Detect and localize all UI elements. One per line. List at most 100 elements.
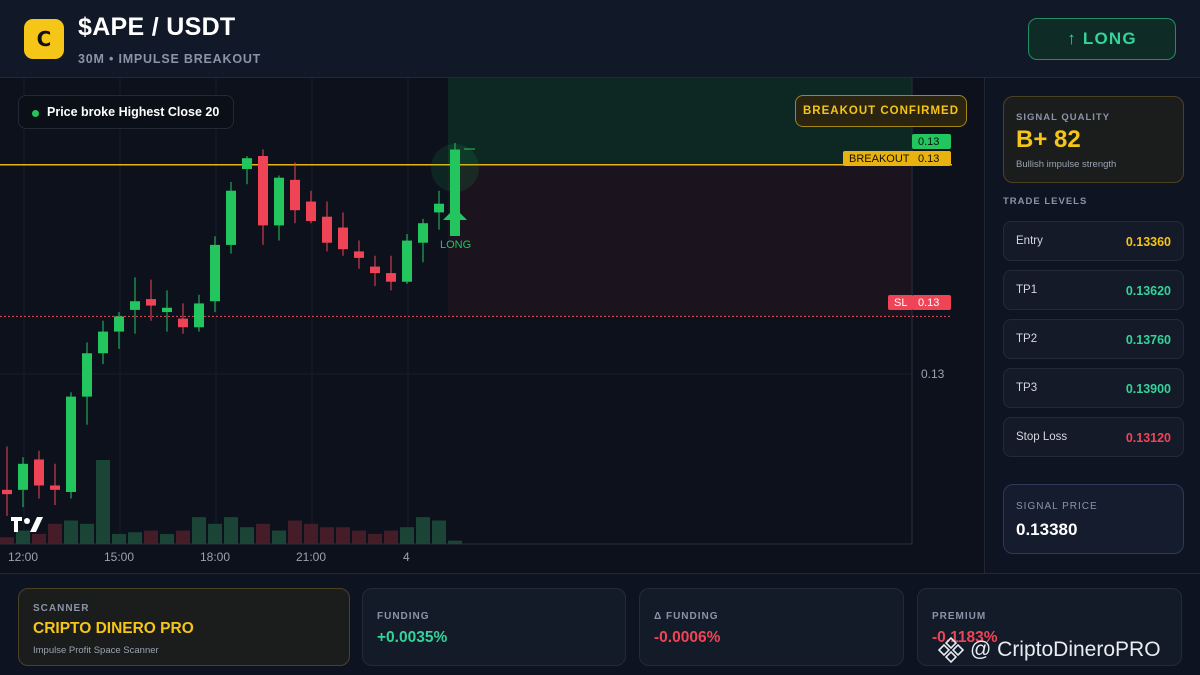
level-name: Entry xyxy=(1016,235,1043,247)
delta-funding-card: Δ FUNDING -0.0006% xyxy=(639,588,904,666)
candle xyxy=(82,353,92,397)
pair-title: $APE / USDT xyxy=(78,13,236,41)
volume-bar xyxy=(128,532,142,544)
candle xyxy=(242,158,252,170)
time-label: 18:00 xyxy=(200,550,231,564)
funding-value: +0.0035% xyxy=(377,629,448,646)
volume-bar xyxy=(288,520,302,544)
volume-bar xyxy=(176,530,190,544)
candle xyxy=(370,266,380,274)
volume-bar xyxy=(48,523,62,544)
premium-caption: PREMIUM xyxy=(932,611,987,622)
signal-panel: SIGNAL QUALITY B+ 82 Bullish impulse str… xyxy=(986,78,1200,573)
chart-canvas[interactable] xyxy=(0,78,985,573)
signal-quality-card: SIGNAL QUALITY B+ 82 Bullish impulse str… xyxy=(1003,96,1184,183)
delta-funding-caption: Δ FUNDING xyxy=(654,611,719,622)
candle xyxy=(402,240,412,282)
candle xyxy=(194,303,204,328)
signal-chip-text: Price broke Highest Close 20 xyxy=(47,105,220,119)
tradingview-logo-icon xyxy=(11,517,43,532)
time-label: 4 xyxy=(403,550,410,564)
level-name: Stop Loss xyxy=(1016,431,1068,443)
candle xyxy=(226,190,236,245)
level-tp3: TP3 0.13900 xyxy=(1003,368,1184,408)
binance-square-icon xyxy=(938,637,964,663)
candle xyxy=(386,273,396,282)
volume-bar xyxy=(80,523,94,544)
last-price-tag: 0.13 xyxy=(912,134,951,149)
volume-bar xyxy=(208,523,222,544)
signal-chip: Price broke Highest Close 20 xyxy=(18,95,235,129)
volume-bar xyxy=(352,530,366,544)
candle xyxy=(354,251,364,258)
breakout-label: BREAKOUT xyxy=(843,151,916,166)
volume-bar xyxy=(272,530,286,544)
candle xyxy=(18,463,28,490)
level-tp2: TP2 0.13760 xyxy=(1003,319,1184,359)
price-axis-label: 0.13 xyxy=(921,367,945,381)
candle xyxy=(98,331,108,354)
candle xyxy=(66,396,76,492)
level-stop-loss: Stop Loss 0.13120 xyxy=(1003,417,1184,457)
volume-bar xyxy=(224,517,238,544)
candle xyxy=(178,318,188,328)
scanner-card: SCANNER CRIPTO DINERO PRO Impulse Profit… xyxy=(18,588,350,666)
stop-loss-price-tag: 0.13 xyxy=(912,295,951,310)
volume-bar xyxy=(320,527,334,544)
volume-bar xyxy=(432,520,446,544)
risk-zone xyxy=(448,164,912,317)
breakout-price-tag: 0.13 xyxy=(912,151,951,166)
scanner-name: CRIPTO DINERO PRO xyxy=(33,620,194,637)
level-value: 0.13900 xyxy=(1125,382,1171,396)
candle xyxy=(114,316,124,332)
brand-logo: C xyxy=(24,19,64,59)
candle xyxy=(162,307,172,313)
time-label: 12:00 xyxy=(8,550,39,564)
scanner-caption: SCANNER xyxy=(33,603,90,614)
volume-bar xyxy=(384,530,398,544)
volume-bar xyxy=(160,533,174,544)
level-tp1: TP1 0.13620 xyxy=(1003,270,1184,310)
price-chart[interactable]: Price broke Highest Close 20 BREAKOUT CO… xyxy=(0,78,985,573)
time-label: 21:00 xyxy=(296,550,327,564)
signal-price-caption: SIGNAL PRICE xyxy=(1016,501,1098,512)
volume-bar xyxy=(32,533,46,544)
app-root: C $APE / USDT 30M • IMPULSE BREAKOUT ↑ L… xyxy=(0,0,1200,675)
volume-bar xyxy=(416,517,430,544)
candle xyxy=(306,201,316,222)
candle xyxy=(2,489,12,495)
breakout-confirmed-badge: BREAKOUT CONFIRMED xyxy=(795,95,967,127)
level-value: 0.13120 xyxy=(1125,431,1171,445)
volume-bar xyxy=(368,533,382,544)
level-value: 0.13760 xyxy=(1125,333,1171,347)
volume-bar xyxy=(112,533,126,544)
candle xyxy=(130,301,140,310)
volume-bar xyxy=(192,517,206,544)
candle xyxy=(258,156,268,226)
volume-bar xyxy=(96,460,110,544)
candle xyxy=(338,227,348,250)
volume-bar xyxy=(336,527,350,544)
candle xyxy=(418,223,428,243)
watermark: @ CriptoDineroPRO xyxy=(938,637,1161,663)
level-value: 0.13620 xyxy=(1125,284,1171,298)
funding-card: FUNDING +0.0035% xyxy=(362,588,626,666)
watermark-text: @ CriptoDineroPRO xyxy=(970,638,1161,661)
candle xyxy=(210,244,220,302)
volume-bar xyxy=(256,523,270,544)
candle xyxy=(274,177,284,226)
trade-levels-caption: TRADE LEVELS xyxy=(1003,196,1088,207)
volume-bar xyxy=(400,527,414,544)
volume-bar xyxy=(0,537,14,544)
candle xyxy=(322,216,332,243)
candle xyxy=(290,179,300,211)
header: C $APE / USDT 30M • IMPULSE BREAKOUT ↑ L… xyxy=(0,0,1200,78)
level-name: TP3 xyxy=(1016,382,1038,394)
timeframe-subtitle: 30M • IMPULSE BREAKOUT xyxy=(78,52,262,66)
long-button[interactable]: ↑ LONG xyxy=(1028,18,1176,60)
level-name: TP1 xyxy=(1016,284,1038,296)
delta-funding-value: -0.0006% xyxy=(654,629,721,646)
volume-bar xyxy=(240,527,254,544)
volume-bar xyxy=(304,523,318,544)
level-value: 0.13360 xyxy=(1125,235,1171,249)
